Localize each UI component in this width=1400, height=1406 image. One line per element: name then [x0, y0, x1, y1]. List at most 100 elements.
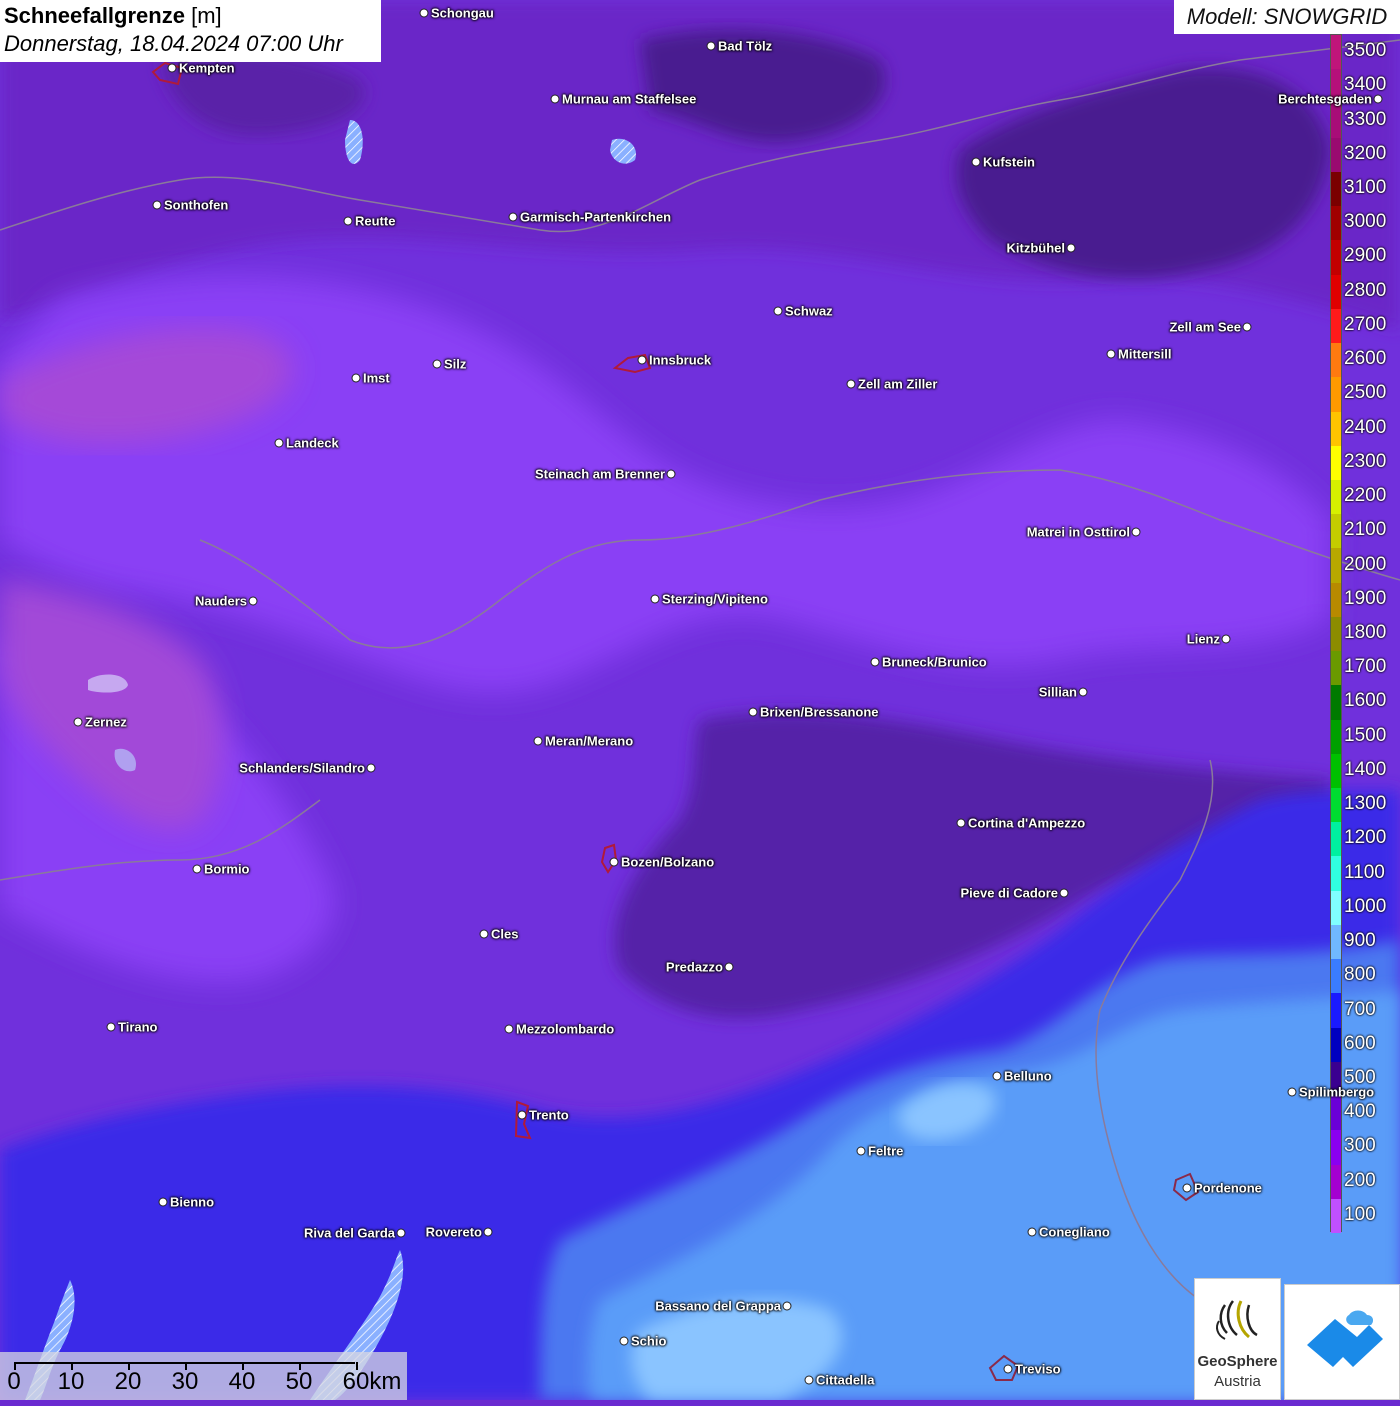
city-label[interactable]: Cles: [491, 927, 518, 942]
city-marker[interactable]: [1003, 1364, 1013, 1374]
city-marker[interactable]: [343, 216, 353, 226]
city-marker[interactable]: [773, 306, 783, 316]
city-marker[interactable]: [533, 736, 543, 746]
city-label[interactable]: Schio: [631, 1334, 666, 1349]
city-marker[interactable]: [483, 1227, 493, 1237]
city-marker[interactable]: [152, 200, 162, 210]
city-label[interactable]: Predazzo: [666, 960, 723, 975]
city-marker[interactable]: [870, 657, 880, 667]
city-label[interactable]: Meran/Merano: [545, 734, 633, 749]
city-label[interactable]: Murnau am Staffelsee: [562, 92, 696, 107]
city-label[interactable]: Silz: [444, 357, 466, 372]
city-label[interactable]: Matrei in Osttirol: [1027, 525, 1130, 540]
city-label[interactable]: Berchtesgaden: [1278, 92, 1372, 107]
city-marker[interactable]: [1027, 1227, 1037, 1237]
city-marker[interactable]: [724, 962, 734, 972]
city-label[interactable]: Treviso: [1015, 1362, 1061, 1377]
city-marker[interactable]: [1182, 1183, 1192, 1193]
city-marker[interactable]: [248, 596, 258, 606]
city-marker[interactable]: [992, 1071, 1002, 1081]
city-label[interactable]: Innsbruck: [649, 353, 711, 368]
city-label[interactable]: Sonthofen: [164, 198, 228, 213]
city-marker[interactable]: [1066, 243, 1076, 253]
city-marker[interactable]: [1131, 527, 1141, 537]
city-label[interactable]: Lienz: [1187, 632, 1220, 647]
city-label[interactable]: Cittadella: [816, 1373, 875, 1388]
city-marker[interactable]: [1221, 634, 1231, 644]
city-label[interactable]: Schwaz: [785, 304, 833, 319]
city-label[interactable]: Feltre: [868, 1144, 903, 1159]
city-label[interactable]: Mezzolombardo: [516, 1022, 614, 1037]
city-marker[interactable]: [73, 717, 83, 727]
city-marker[interactable]: [504, 1024, 514, 1034]
city-label[interactable]: Bienno: [170, 1195, 214, 1210]
city-marker[interactable]: [804, 1375, 814, 1385]
city-label[interactable]: Bormio: [204, 862, 250, 877]
city-label[interactable]: Nauders: [195, 594, 247, 609]
city-marker[interactable]: [1287, 1087, 1297, 1097]
city-label[interactable]: Zernez: [85, 715, 127, 730]
city-marker[interactable]: [748, 707, 758, 717]
city-marker[interactable]: [666, 469, 676, 479]
city-marker[interactable]: [1373, 94, 1383, 104]
city-label[interactable]: Cortina d'Ampezzo: [968, 816, 1085, 831]
city-marker[interactable]: [1059, 888, 1069, 898]
city-marker[interactable]: [650, 594, 660, 604]
city-marker[interactable]: [274, 438, 284, 448]
city-label[interactable]: Pieve di Cadore: [960, 886, 1058, 901]
city-label[interactable]: Pordenone: [1194, 1181, 1262, 1196]
city-marker[interactable]: [517, 1110, 527, 1120]
city-label[interactable]: Riva del Garda: [304, 1226, 395, 1241]
city-marker[interactable]: [637, 355, 647, 365]
city-label[interactable]: Belluno: [1004, 1069, 1052, 1084]
city-marker[interactable]: [192, 864, 202, 874]
city-marker[interactable]: [706, 41, 716, 51]
city-label[interactable]: Spilimbergo: [1299, 1085, 1374, 1100]
city-marker[interactable]: [1242, 322, 1252, 332]
city-label[interactable]: Kempten: [179, 61, 235, 76]
city-marker[interactable]: [396, 1228, 406, 1238]
city-marker[interactable]: [1078, 687, 1088, 697]
city-marker[interactable]: [619, 1336, 629, 1346]
city-label[interactable]: Kitzbühel: [1007, 241, 1066, 256]
city-marker[interactable]: [479, 929, 489, 939]
city-label[interactable]: Rovereto: [426, 1225, 482, 1240]
city-label[interactable]: Bad Tölz: [718, 39, 772, 54]
city-marker[interactable]: [106, 1022, 116, 1032]
city-marker[interactable]: [956, 818, 966, 828]
city-label[interactable]: Zell am See: [1169, 320, 1241, 335]
city-label[interactable]: Steinach am Brenner: [535, 467, 665, 482]
city-label[interactable]: Imst: [363, 371, 390, 386]
city-marker[interactable]: [1106, 349, 1116, 359]
city-label[interactable]: Zell am Ziller: [858, 377, 937, 392]
city-label[interactable]: Bruneck/Brunico: [882, 655, 987, 670]
city-label[interactable]: Sterzing/Vipiteno: [662, 592, 768, 607]
city-marker[interactable]: [432, 359, 442, 369]
city-label[interactable]: Sillian: [1039, 685, 1077, 700]
city-label[interactable]: Schongau: [431, 6, 494, 21]
city-label[interactable]: Tirano: [118, 1020, 158, 1035]
city-marker[interactable]: [609, 857, 619, 867]
city-label[interactable]: Reutte: [355, 214, 395, 229]
city-label[interactable]: Garmisch-Partenkirchen: [520, 210, 671, 225]
city-marker[interactable]: [351, 373, 361, 383]
city-label[interactable]: Schlanders/Silandro: [239, 761, 365, 776]
city-marker[interactable]: [856, 1146, 866, 1156]
city-marker[interactable]: [550, 94, 560, 104]
city-marker[interactable]: [167, 63, 177, 73]
city-marker[interactable]: [846, 379, 856, 389]
city-label[interactable]: Bassano del Grappa: [655, 1299, 781, 1314]
city-marker[interactable]: [366, 763, 376, 773]
city-label[interactable]: Conegliano: [1039, 1225, 1110, 1240]
city-label[interactable]: Brixen/Bressanone: [760, 705, 879, 720]
city-label[interactable]: Mittersill: [1118, 347, 1171, 362]
city-marker[interactable]: [782, 1301, 792, 1311]
city-label[interactable]: Bozen/Bolzano: [621, 855, 714, 870]
city-marker[interactable]: [508, 212, 518, 222]
city-label[interactable]: Trento: [529, 1108, 569, 1123]
city-label[interactable]: Landeck: [286, 436, 339, 451]
city-marker[interactable]: [158, 1197, 168, 1207]
city-marker[interactable]: [971, 157, 981, 167]
city-marker[interactable]: [419, 8, 429, 18]
city-label[interactable]: Kufstein: [983, 155, 1035, 170]
